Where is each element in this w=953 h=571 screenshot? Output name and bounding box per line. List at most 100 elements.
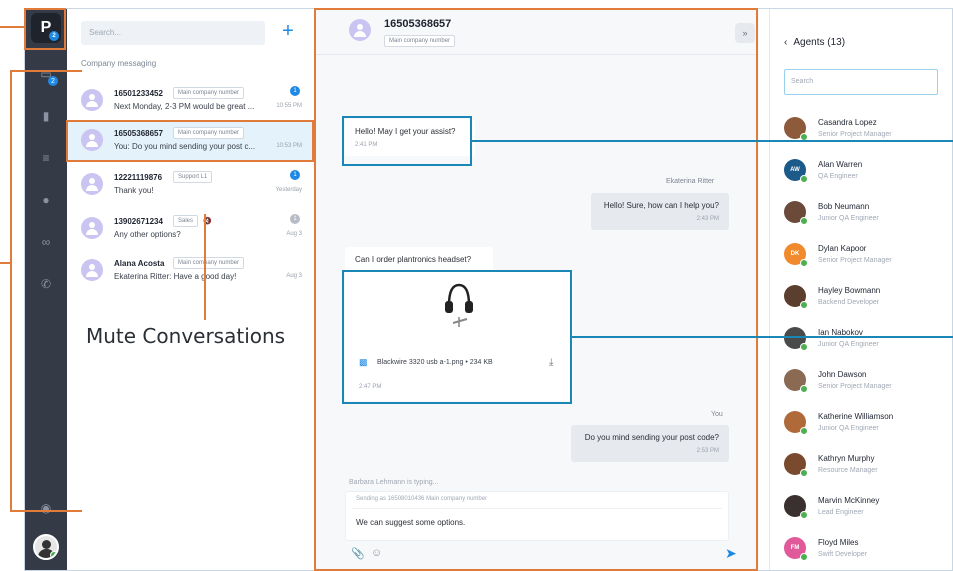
message-text: Hello! May I get your assist? — [355, 127, 456, 136]
agent-name: Dylan Kapoor — [818, 244, 867, 253]
conversation-item[interactable]: Alana Acosta Main company number Ekateri… — [67, 251, 314, 291]
unread-badge: 1 — [290, 170, 300, 180]
agent-avatar — [784, 453, 808, 477]
agent-item[interactable]: Casandra Lopez Senior Project Manager — [784, 113, 952, 149]
agent-item[interactable]: AW Alan Warren QA Engineer — [784, 155, 952, 191]
collapse-panel-button[interactable]: » — [735, 23, 755, 43]
download-icon[interactable]: ⤓ — [549, 357, 553, 368]
section-label: Company messaging — [81, 59, 157, 68]
nav-rail: P 2 ▭ 2 ▮ ≡ ● ∞ ✆ ◉ — [25, 9, 67, 570]
message-composer[interactable]: Sending as 16508010436 Main company numb… — [345, 491, 729, 541]
incoming-message: Hello! May I get your assist? 2:41 PM — [345, 119, 475, 156]
agent-role: Senior Project Manager — [818, 257, 892, 264]
voicemail-icon[interactable]: ∞ — [38, 235, 54, 249]
chat-icon[interactable]: ▭ 2 — [38, 67, 58, 86]
agent-name: Katherine Williamson — [818, 412, 894, 421]
mute-conversations-label: Mute Conversations — [86, 324, 286, 348]
conversation-item-selected[interactable]: 16505368657 Main company number You: Do … — [67, 121, 314, 161]
agent-item[interactable]: Hayley Bowmann Backend Developer — [784, 281, 952, 317]
attachment-filename: Blackwire 3320 usb a-1.png • 234 KB — [377, 359, 493, 366]
message-text: Hello! Sure, how can I help you? — [603, 201, 719, 210]
online-indicator — [800, 175, 808, 183]
number-tag: Main company number — [173, 257, 245, 269]
annotation-line — [0, 26, 24, 28]
contact-avatar — [81, 89, 103, 111]
agent-item[interactable]: Bob Neumann Junior QA Engineer — [784, 197, 952, 233]
conversation-item[interactable]: 12221119876 Support L1 Thank you! Yester… — [67, 165, 314, 205]
agent-role: Resource Manager — [818, 467, 878, 474]
unread-badge: 1 — [290, 86, 300, 96]
agent-role: Senior Project Manager — [818, 383, 892, 390]
emoji-icon[interactable]: ☺ — [371, 547, 382, 559]
sending-from-label: Sending as 16508010436 Main company numb… — [356, 496, 488, 502]
agent-name: Kathryn Murphy — [818, 454, 875, 463]
message-time: 2:43 PM — [696, 216, 719, 222]
chat-subtitle-tag: Main company number — [384, 35, 456, 47]
contact-avatar — [81, 217, 103, 239]
chat-panel: 16505368657 Main company number » Hello!… — [315, 9, 759, 570]
conversation-item[interactable]: 13902671234 Sales 🔇 Any other options? A… — [67, 209, 314, 249]
video-icon[interactable]: ▮ — [38, 109, 54, 123]
user-avatar[interactable] — [33, 534, 59, 560]
agent-name: Hayley Bowmann — [818, 286, 881, 295]
agent-name: Alan Warren — [818, 160, 863, 169]
agent-avatar: AW — [784, 159, 808, 183]
attach-icon[interactable]: 📎 — [351, 547, 365, 560]
agent-item[interactable]: John Dawson Senior Project Manager — [784, 365, 952, 401]
agent-avatar — [784, 285, 808, 309]
agent-search-input[interactable]: Search — [784, 69, 938, 95]
agent-item[interactable]: DK Dylan Kapoor Senior Project Manager — [784, 239, 952, 275]
chat-header: 16505368657 Main company number » — [315, 9, 759, 55]
agent-item[interactable]: Marvin McKinney Lead Engineer — [784, 491, 952, 527]
contact-avatar — [81, 129, 103, 151]
phone-icon[interactable]: ✆ — [38, 277, 54, 291]
help-icon[interactable]: ◉ — [38, 501, 54, 515]
new-conversation-button[interactable]: + — [278, 19, 298, 43]
image-attachment[interactable]: ▩ Blackwire 3320 usb a-1.png • 234 KB ⤓ … — [345, 271, 573, 401]
outgoing-message: Hello! Sure, how can I help you? 2:43 PM — [591, 193, 729, 230]
conversation-preview: Next Monday, 2-3 PM would be great ... — [114, 102, 255, 111]
agent-role: Junior QA Engineer — [818, 425, 879, 432]
file-icon: ▩ — [359, 357, 368, 367]
conversation-item[interactable]: 16501233452 Main company number Next Mon… — [67, 81, 314, 121]
online-indicator — [50, 551, 57, 558]
agent-item[interactable]: Ian Nabokov Junior QA Engineer — [784, 323, 952, 359]
agent-item[interactable]: Katherine Williamson Junior QA Engineer — [784, 407, 952, 443]
agent-item[interactable]: FM Floyd Miles Swift Developer — [784, 533, 952, 569]
message-input[interactable]: We can suggest some options. — [356, 518, 465, 527]
app-logo[interactable]: P 2 — [31, 13, 61, 43]
incoming-message: Can I order plantronics headset? — [345, 247, 493, 272]
agents-back-button[interactable]: ‹ Agents (13) — [784, 37, 845, 48]
agent-name: Ian Nabokov — [818, 328, 863, 337]
clock-icon[interactable]: ● — [38, 193, 54, 207]
chat-title: 16505368657 — [384, 18, 452, 30]
conversation-list-panel: Search... + Company messaging 1650123345… — [67, 9, 315, 570]
agent-avatar: FM — [784, 537, 808, 561]
agent-name: Marvin McKinney — [818, 496, 880, 505]
online-indicator — [800, 343, 808, 351]
agent-avatar — [784, 495, 808, 519]
chevron-left-icon: ‹ — [784, 37, 788, 48]
conversation-number: 16501233452 — [114, 89, 163, 98]
online-indicator — [800, 259, 808, 267]
number-tag: Support L1 — [173, 171, 213, 183]
contact-avatar — [81, 259, 103, 281]
message-text: Do you mind sending your post code? — [584, 433, 719, 442]
send-button[interactable]: ➤ — [725, 545, 737, 562]
conversation-preview: Thank you! — [114, 186, 154, 195]
agent-role: Backend Developer — [818, 299, 880, 306]
conversation-search-input[interactable]: Search... — [81, 21, 265, 45]
agent-role: Senior Project Manager — [818, 131, 892, 138]
outgoing-message: Do you mind sending your post code? 2:53… — [571, 425, 729, 462]
agent-name: Floyd Miles — [818, 538, 859, 547]
mute-icon: 🔇 — [203, 218, 212, 225]
message-time: 2:53 PM — [696, 448, 719, 454]
list-icon[interactable]: ≡ — [38, 151, 54, 165]
online-indicator — [800, 427, 808, 435]
online-indicator — [800, 469, 808, 477]
agent-item[interactable]: Kathryn Murphy Resource Manager — [784, 449, 952, 485]
conversation-time: 10:53 PM — [276, 143, 302, 149]
agent-role: Junior QA Engineer — [818, 341, 879, 348]
message-time: 2:47 PM — [359, 384, 382, 390]
agent-avatar — [784, 327, 808, 351]
